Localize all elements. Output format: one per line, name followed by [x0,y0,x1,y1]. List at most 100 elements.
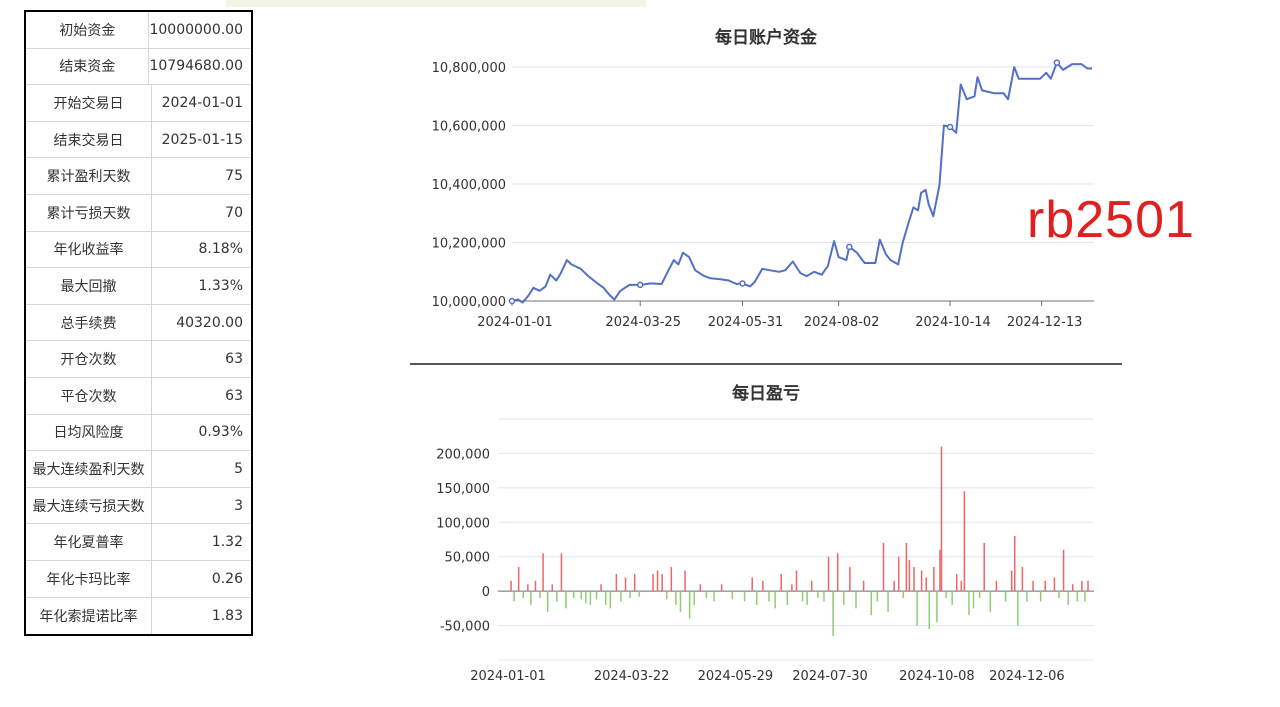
pnl-bar [882,542,885,592]
y-tick-label: 200,000 [436,447,490,462]
pnl-bar [817,591,819,599]
pnl-bar [955,573,958,592]
pnl-bar [604,591,607,605]
pnl-bar [1026,591,1028,602]
balance-chart: 10,000,000 10,200,000 10,400,000 10,600,000… [432,59,1094,330]
pnl-bar [832,591,834,636]
pnl-bar [795,570,798,592]
pnl-bar [1076,591,1079,602]
pnl-bar [665,591,668,600]
pnl-bar [699,584,702,592]
pnl-bar [1053,577,1056,592]
pnl-bar [913,567,915,592]
pnl-bar [756,591,758,605]
pnl-bar [1044,580,1047,592]
x-tick-label: 2024-01-01 [477,315,553,330]
pnl-bar [620,591,622,602]
pnl-bar [916,591,918,626]
pnl-bar [940,446,943,592]
pnl-bar [762,580,764,592]
pnl-bar [551,584,554,592]
pnl-bar [983,542,985,592]
pnl-bar [661,573,663,592]
pnl-bar [731,591,734,600]
x-tick-label: 2024-10-14 [915,315,991,330]
pnl-bar [670,567,673,592]
pnl-bar [791,584,793,592]
pnl-bar [1010,570,1013,592]
pnl-bar [902,591,905,599]
pnl-bar [656,570,659,592]
pnl-bar [684,570,686,592]
y-tick-label: 10,600,000 [432,120,506,135]
pnl-bar [951,591,953,605]
pnl-bar [774,591,776,609]
pnl-bar [768,591,770,602]
chart-divider [410,363,1122,365]
pnl-bar [679,591,682,612]
pnl-bar [589,591,592,605]
x-tick-label: 2024-08-02 [804,315,880,330]
x-tick-label: 2024-05-31 [708,315,784,330]
pnl-bar [870,591,873,616]
pnl-bar [751,577,753,592]
y-tick-label: -50,000 [440,620,490,635]
pnl-bar [876,591,879,602]
pnl-bar [887,591,889,612]
balance-point [846,243,853,251]
pnl-bar [823,591,825,602]
pnl-bar [933,567,935,592]
pnl-bar [945,591,947,599]
pnl-bar [780,573,782,592]
balance-point [636,281,644,289]
x-tick-label: 2024-05-29 [698,669,774,684]
pnl-bar [688,591,691,619]
x-tick-label: 2024-03-25 [605,315,681,330]
pnl-bar [806,591,808,605]
pnl-bar [580,591,583,600]
pnl-bar [801,591,804,602]
pnl-bar [925,577,927,592]
x-tick-label: 2024-10-08 [899,669,975,684]
pnl-bar [539,591,541,599]
pnl-bar [855,591,857,609]
pnl-bar [1087,580,1089,592]
balance-point [508,297,516,305]
y-tick-label: 10,800,000 [432,61,506,76]
pnl-bar [786,591,789,605]
pnl-bar [693,591,695,605]
charts-canvas: 每日账户资金 每日盈亏 10,000,000 10,200,000 10,400,0… [432,27,1094,684]
x-tick-label: 2024-03-22 [594,669,670,684]
pnl-bar [572,591,575,599]
balance-chart-title: 每日账户资金 [715,27,818,48]
balance-point [946,123,954,131]
pnl-bar [530,591,532,605]
pnl-bar [1058,591,1060,599]
pnl-bar [624,577,627,592]
pnl-bar [585,591,587,604]
pnl-bar [1021,567,1024,592]
pnl-chart-title: 每日盈亏 [732,383,800,404]
pnl-bar [968,591,970,616]
pnl-bar [897,556,900,592]
pnl-bar [629,591,631,599]
pnl-bar [893,580,895,592]
y-tick-label: 10,200,000 [432,237,506,252]
pnl-bar [675,591,677,605]
pnl-bar [609,591,612,609]
pnl-bar [1032,580,1034,592]
pnl-bar [843,591,845,605]
pnl-bar [963,491,966,592]
pnl-bar [1062,549,1065,592]
balance-line [511,61,1092,304]
y-tick-label: 50,000 [445,551,491,566]
y-tick-label: 0 [482,585,490,600]
pnl-bar [633,573,636,592]
y-tick-label: 10,400,000 [432,178,506,193]
pnl-bar [960,580,963,592]
pnl-bar [810,580,813,592]
pnl-bar [936,591,938,623]
pnl-bar [517,567,520,592]
pnl-bar [638,591,641,597]
pnl-bar [595,591,598,600]
